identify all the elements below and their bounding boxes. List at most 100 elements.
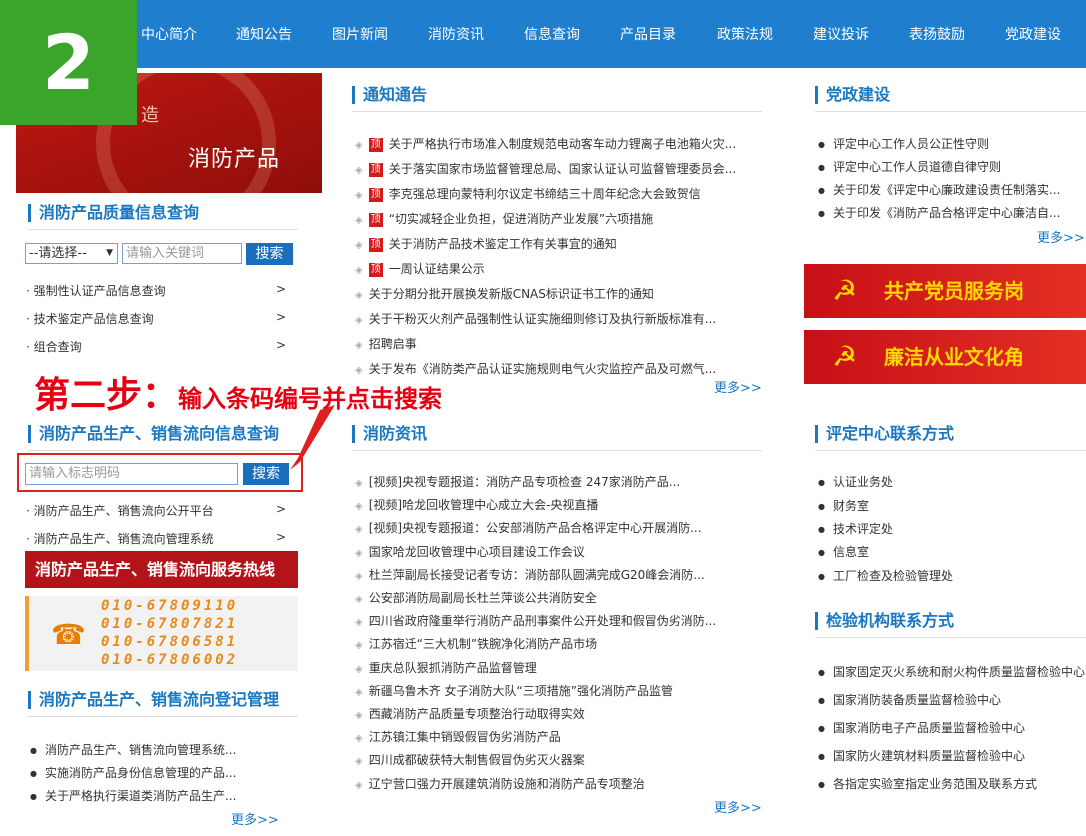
news-item-label: 四川省政府隆重举行消防产品刑事案件公开处理和假冒伪劣消防... xyxy=(368,614,717,629)
notice-more-link[interactable]: 更多>> xyxy=(714,377,762,396)
list-item[interactable]: 国家消防电子产品质量监督检验中心 xyxy=(818,719,1025,736)
news-item[interactable]: ◈ [视频]哈龙回收管理中心成立大会-央视直播 xyxy=(355,496,598,513)
list-item[interactable]: 工厂检查及检验管理处 xyxy=(818,567,953,584)
notice-item[interactable]: ◈ 顶李克强总理向蒙特利尔议定书缔结三十周年纪念大会致贺信 xyxy=(355,185,701,202)
list-item[interactable]: 关于印发《消防产品合格评定中心廉洁自... xyxy=(818,204,1060,221)
news-item[interactable]: ◈ 四川成都破获特大制售假冒伪劣灭火器案 xyxy=(355,751,585,768)
news-item[interactable]: ◈ 四川省政府隆重举行消防产品刑事案件公开处理和假冒伪劣消防... xyxy=(355,612,716,629)
notice-item[interactable]: ◈ 顶一周认证结果公示 xyxy=(355,260,485,277)
list-item[interactable]: 评定中心工作人员公正性守则 xyxy=(818,135,989,152)
news-item-label: 四川成都破获特大制售假冒伪劣灭火器案 xyxy=(368,753,585,768)
list-item[interactable]: 国家消防装备质量监督检验中心 xyxy=(818,691,1001,708)
notice-item[interactable]: ◈ 招聘启事 xyxy=(355,335,417,352)
news-item[interactable]: ◈ 重庆总队狠抓消防产品监督管理 xyxy=(355,659,537,676)
news-item-label: [视频]央视专题报道：公安部消防产品合格评定中心开展消防... xyxy=(368,521,702,536)
pinned-badge: 顶 xyxy=(368,188,383,202)
list-item[interactable]: 关于印发《评定中心廉政建设责任制落实... xyxy=(818,181,1060,198)
divider xyxy=(352,450,762,451)
pinned-badge: 顶 xyxy=(368,263,383,277)
barcode-input[interactable]: 请输入标志明码 xyxy=(25,463,238,485)
link-label: 消防产品生产、销售流向管理系统 xyxy=(33,532,214,546)
notice-item-label: 招聘启事 xyxy=(368,337,417,351)
register-more-link[interactable]: 更多>> xyxy=(231,809,279,828)
bullet-icon: ◈ xyxy=(355,165,363,176)
news-item-label: 新疆乌鲁木齐 女子消防大队“三项措施”强化消防产品监管 xyxy=(368,683,673,698)
news-item-label: [视频]央视专题报道：消防产品专项检查 247家消防产品... xyxy=(368,475,681,489)
notice-item[interactable]: ◈ 关于干粉灭火剂产品强制性认证实施细则修订及执行新版标准有... xyxy=(355,310,716,327)
party-more-link[interactable]: 更多>> xyxy=(1037,227,1085,246)
news-item[interactable]: ◈ 西藏消防产品质量专项整治行动取得实效 xyxy=(355,705,585,722)
news-item[interactable]: ◈ 江苏宿迁“三大机制”铁腕净化消防产品市场 xyxy=(355,635,597,652)
notice-item[interactable]: ◈ 顶关于消防产品技术鉴定工作有关事宜的通知 xyxy=(355,235,617,252)
bullet-icon: ◈ xyxy=(355,710,363,721)
news-item[interactable]: ◈ 新疆乌鲁木齐 女子消防大队“三项措施”强化消防产品监管 xyxy=(355,682,673,699)
news-item-label: 杜兰萍副局长接受记者专访：消防部队圆满完成G20峰会消防... xyxy=(368,567,705,582)
news-item-label: 西藏消防产品质量专项整治行动取得实效 xyxy=(368,707,585,721)
bullet-icon: ◈ xyxy=(355,240,363,251)
bullet-icon: ◈ xyxy=(355,501,363,513)
news-item-label: 江苏宿迁“三大机制”铁腕净化消防产品市场 xyxy=(368,637,598,652)
news-item[interactable]: ◈ 江苏镇江集中销毁假冒伪劣消防产品 xyxy=(355,728,561,745)
hotline-numbers: ☎ 010-67809110 010-67807821 010-67806581… xyxy=(25,596,298,671)
notice-item-label: 关于发布《消防类产品认证实施规则电气火灾监控产品及可燃气... xyxy=(368,362,717,376)
flow-search-button[interactable]: 搜索 xyxy=(243,463,289,485)
fire-news-more-link[interactable]: 更多>> xyxy=(714,797,762,816)
pinned-badge: 顶 xyxy=(368,138,383,152)
news-item[interactable]: ◈ 杜兰萍副局长接受记者专访：消防部队圆满完成G20峰会消防... xyxy=(355,566,705,583)
news-item[interactable]: ◈ 辽宁营口强力开展建筑消防设施和消防产品专项整治 xyxy=(355,775,645,792)
news-item-label: 重庆总队狠抓消防产品监督管理 xyxy=(368,660,537,675)
link-flow-management-system[interactable]: · 消防产品生产、销售流向管理系统 > xyxy=(26,530,286,547)
list-item[interactable]: 信息室 xyxy=(818,543,869,560)
news-item-label: 辽宁营口强力开展建筑消防设施和消防产品专项整治 xyxy=(368,776,645,791)
list-item[interactable]: 关于严格执行渠道类消防产品生产... xyxy=(30,787,236,804)
list-item[interactable]: 认证业务处 xyxy=(818,473,893,490)
notice-item[interactable]: ◈ 顶关于落实国家市场监督管理总局、国家认证认可监督管理委员会... xyxy=(355,160,736,177)
banner-label: 共产党员服务岗 xyxy=(884,279,1024,303)
list-item[interactable]: 技术评定处 xyxy=(818,520,893,537)
bullet-icon: ◈ xyxy=(355,215,363,226)
contact-title: 评定中心联系方式 xyxy=(815,425,954,443)
list-item[interactable]: 各指定实验室指定业务范围及联系方式 xyxy=(818,775,1037,792)
party-service-banner[interactable]: ☭ 共产党员服务岗 xyxy=(804,264,1086,318)
list-item[interactable]: 国家固定灭火系统和耐火构件质量监督检验中心 xyxy=(818,663,1085,680)
integrity-culture-banner[interactable]: ☭ 廉洁从业文化角 xyxy=(804,330,1086,384)
list-item[interactable]: 消防产品生产、销售流向管理系统... xyxy=(30,741,236,758)
notice-item[interactable]: ◈ 顶 “切实减轻企业负担，促进消防产业发展”六项措施 xyxy=(355,210,653,227)
notice-item[interactable]: ◈ 关于分期分批开展换发新版CNAS标识证书工作的通知 xyxy=(355,285,654,302)
link-label: 消防产品生产、销售流向公开平台 xyxy=(33,504,214,518)
list-item[interactable]: 评定中心工作人员道德自律守则 xyxy=(818,158,1001,175)
bullet-icon: ◈ xyxy=(355,524,363,536)
news-item[interactable]: ◈ [视频]央视专题报道：消防产品专项检查 247家消防产品... xyxy=(355,473,680,490)
bullet-icon: ◈ xyxy=(355,547,363,559)
list-item[interactable]: 国家防火建筑材料质量监督检验中心 xyxy=(818,747,1025,764)
bullet-icon: ◈ xyxy=(355,663,363,675)
divider xyxy=(815,111,1086,112)
bullet-icon: ◈ xyxy=(355,733,363,745)
divider xyxy=(28,450,298,451)
notice-item-label: 关于干粉灭火剂产品强制性认证实施细则修订及执行新版标准有... xyxy=(368,312,717,326)
bullet-icon: ◈ xyxy=(355,686,363,698)
notice-item-label: 关于消防产品技术鉴定工作有关事宜的通知 xyxy=(388,237,617,251)
labs-title: 检验机构联系方式 xyxy=(815,612,954,630)
register-title: 消防产品生产、销售流向登记管理 xyxy=(28,691,279,709)
link-flow-public-platform[interactable]: · 消防产品生产、销售流向公开平台 > xyxy=(26,502,286,519)
list-item[interactable]: 实施消防产品身份信息管理的产品... xyxy=(30,764,236,781)
notice-item[interactable]: ◈ 顶关于严格执行市场准入制度规范电动客车动力锂离子电池箱火灾... xyxy=(355,135,736,152)
news-item[interactable]: ◈ [视频]央视专题报道：公安部消防产品合格评定中心开展消防... xyxy=(355,519,702,536)
news-item-label: 江苏镇江集中销毁假冒伪劣消防产品 xyxy=(368,730,561,745)
bullet-icon: ◈ xyxy=(355,478,363,489)
step-number-badge: 2 xyxy=(0,0,137,125)
list-item[interactable]: 财务室 xyxy=(818,497,869,514)
bullet-icon: ◈ xyxy=(355,594,363,605)
divider xyxy=(815,637,1086,638)
notice-item[interactable]: ◈ 关于发布《消防类产品认证实施规则电气火灾监控产品及可燃气... xyxy=(355,360,716,377)
news-item-label: 国家哈龙回收管理中心项目建设工作会议 xyxy=(368,544,585,559)
bullet-icon: ◈ xyxy=(355,617,363,629)
bullet-icon: ◈ xyxy=(355,779,363,791)
news-item[interactable]: ◈ 国家哈龙回收管理中心项目建设工作会议 xyxy=(355,543,585,560)
party-emblem-icon: ☭ xyxy=(832,274,858,307)
news-item[interactable]: ◈ 公安部消防局副局长杜兰萍谈公共消防安全 xyxy=(355,589,597,606)
notice-title: 通知通告 xyxy=(352,86,427,104)
phone-number: 010-67806581 xyxy=(101,634,239,650)
phone-number: 010-67807821 xyxy=(101,616,239,632)
